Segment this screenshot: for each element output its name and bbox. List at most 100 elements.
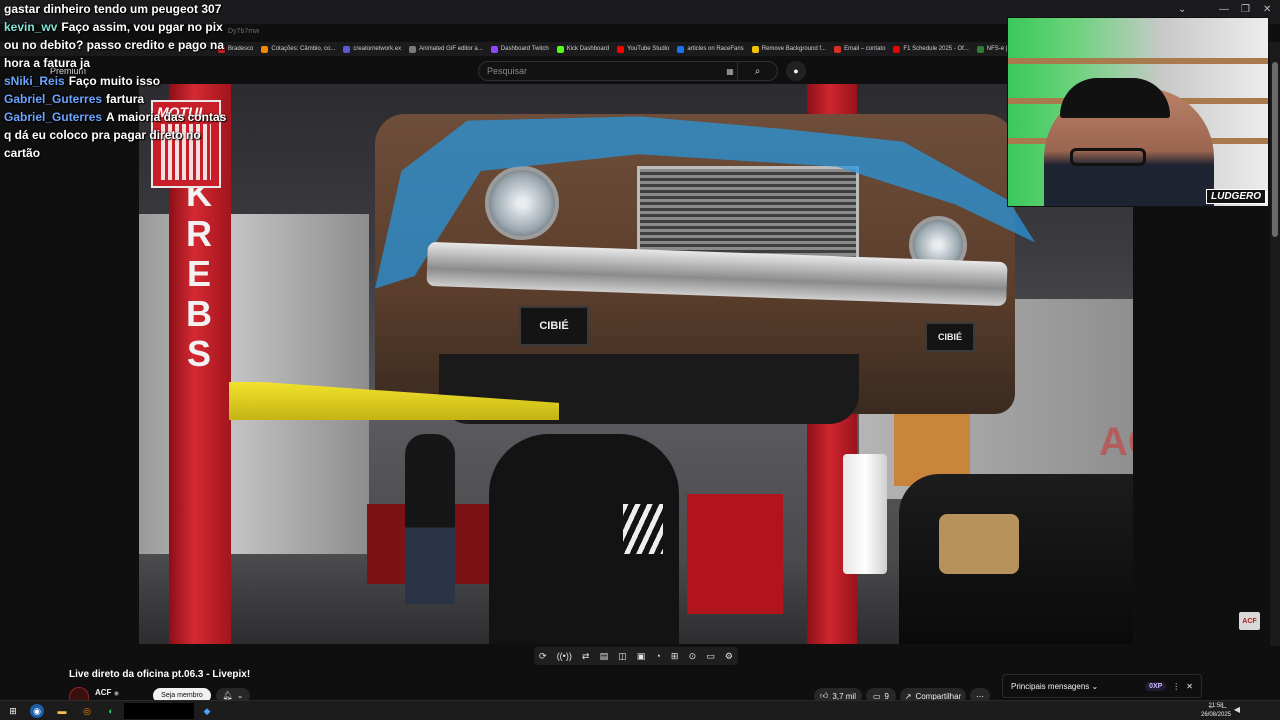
bookmark-item[interactable]: Cotações: Câmbio, co... bbox=[261, 45, 336, 53]
clock[interactable]: 21:58 26/08/2025 bbox=[1196, 702, 1236, 720]
theater-icon[interactable]: ▣ bbox=[637, 651, 646, 662]
bookmark-item[interactable]: Email – contato bbox=[834, 45, 886, 53]
chat-text: fartura bbox=[106, 92, 145, 106]
search-input[interactable]: Pesquisar bbox=[479, 66, 723, 76]
chevron-down-icon[interactable]: ⌄ bbox=[1178, 4, 1186, 15]
chat-username: kevin_wv bbox=[4, 20, 58, 34]
lift-brand-letter: R bbox=[186, 213, 212, 254]
miniplayer-icon[interactable]: ◫ bbox=[618, 651, 627, 662]
fog-lamp-left: CIBIÉ bbox=[519, 306, 589, 346]
bookmark-label: Animated GIF editor a... bbox=[419, 46, 483, 52]
search-box[interactable]: Pesquisar ▦ ⌕ bbox=[478, 61, 778, 81]
chat-text: gastar dinheiro tendo um peugeot 307 bbox=[4, 2, 222, 16]
cap bbox=[1060, 78, 1170, 118]
bookmark-label: Cotações: Câmbio, co... bbox=[271, 46, 336, 52]
bookmark-label: Kick Dashboard bbox=[566, 46, 610, 52]
refresh-icon[interactable]: ⟳ bbox=[539, 651, 547, 662]
favicon-icon bbox=[261, 45, 269, 53]
vscode-icon[interactable]: ◆ bbox=[200, 704, 214, 718]
headlight-left bbox=[485, 166, 559, 240]
bookmark-item[interactable]: Remove Background f... bbox=[751, 45, 827, 53]
glasses bbox=[1070, 148, 1146, 166]
player-controls: ⟳ ((•)) ⇄ ▤ ◫ ▣ ◔ ⊞ ⊙ ▭ ⚙ bbox=[534, 647, 738, 665]
chat-message: Gabriel_Guterres fartura bbox=[0, 90, 240, 108]
favicon-icon bbox=[834, 45, 842, 53]
chat-text: Faço muito isso bbox=[68, 74, 161, 88]
bookmark-label: creatornetwork.ex bbox=[353, 46, 402, 52]
bookmark-label: Dashboard Twitch bbox=[500, 46, 549, 52]
chevron-down-icon: ⌄ bbox=[1091, 681, 1099, 691]
wall-logo: ACF bbox=[1099, 420, 1133, 464]
close-chat-icon[interactable]: ✕ bbox=[1186, 682, 1193, 691]
chevron-down-icon: ⌄ bbox=[236, 691, 244, 700]
speed-icon[interactable]: ◔ bbox=[655, 651, 660, 661]
chat-mode-dropdown[interactable]: Principais mensagens ⌄ bbox=[1011, 682, 1139, 691]
video-player[interactable]: KREBS MOTUL ACF CIBIÉ CIBIÉ bbox=[139, 84, 1133, 644]
clock-date: 26/08/2025 bbox=[1200, 712, 1232, 718]
bookmark-item[interactable]: articles on RaceFans bbox=[677, 45, 744, 53]
live-icon[interactable]: ((•)) bbox=[557, 651, 572, 661]
swap-icon[interactable]: ⇄ bbox=[582, 651, 590, 662]
fog-lamp-right: CIBIÉ bbox=[925, 322, 975, 352]
captions-icon[interactable]: ▭ bbox=[706, 651, 715, 662]
bell-icon: 🔔︎ bbox=[222, 691, 233, 700]
lift-brand-text: KREBS bbox=[179, 174, 219, 374]
chapters-icon[interactable]: ▤ bbox=[600, 651, 609, 662]
bookmark-label: Email – contato bbox=[844, 46, 886, 52]
car-seat bbox=[939, 514, 1019, 574]
bookmark-label: articles on RaceFans bbox=[687, 46, 744, 52]
chat-message: gastar dinheiro tendo um peugeot 307 bbox=[0, 0, 240, 18]
whatsapp-icon[interactable]: ◐ bbox=[104, 704, 118, 718]
channel-name-text[interactable]: ACF bbox=[95, 688, 111, 697]
grid-icon[interactable]: ⊞ bbox=[671, 651, 679, 662]
bookmark-item[interactable]: Animated GIF editor a... bbox=[409, 45, 483, 53]
chat-username: Gabriel_Guterres bbox=[4, 92, 103, 106]
bookmark-label: Remove Background f... bbox=[761, 46, 827, 52]
chat-username: Gabriel_Guterres bbox=[4, 110, 103, 124]
browser-icon[interactable]: ◉ bbox=[30, 704, 44, 718]
favicon-icon bbox=[751, 45, 759, 53]
favicon-icon bbox=[409, 45, 417, 53]
jacket-stripes bbox=[623, 504, 663, 554]
redacted-area bbox=[124, 703, 194, 719]
favicon-icon bbox=[343, 45, 351, 53]
firefox-icon[interactable]: ◎ bbox=[80, 704, 94, 718]
verified-icon: ◉ bbox=[113, 691, 119, 697]
settings-icon[interactable]: ⚙ bbox=[725, 651, 733, 662]
search-icon[interactable]: ⌕ bbox=[737, 62, 777, 80]
bookmark-item[interactable]: creatornetwork.ex bbox=[343, 45, 402, 53]
keyboard-icon[interactable]: ▦ bbox=[723, 67, 737, 76]
screenshot-icon[interactable]: ⊙ bbox=[689, 651, 697, 662]
chat-username: sNiki_Reis bbox=[4, 74, 65, 88]
scrollbar-thumb[interactable] bbox=[1272, 62, 1278, 237]
favicon-icon bbox=[490, 45, 498, 53]
taskbar: ⊞ ◉ ▬ ◎ ◐ ◆ ⌃ ⌔ ◀ 21:58 26/08/2025 bbox=[0, 700, 1280, 720]
lift-brand-letter: B bbox=[186, 293, 212, 334]
close-icon[interactable]: ✕ bbox=[1263, 4, 1271, 15]
favicon-icon bbox=[976, 45, 984, 53]
microphone-icon[interactable]: ● bbox=[786, 61, 806, 81]
bookmark-item[interactable]: F1 Schedule 2025 - Of... bbox=[893, 45, 969, 53]
chat-message: kevin_wv Faço assim, vou pgar no pix ou n… bbox=[0, 18, 240, 72]
maximize-icon[interactable]: ❐ bbox=[1241, 4, 1250, 15]
channel-name[interactable]: ACF ◉ bbox=[95, 688, 119, 697]
bookmark-item[interactable]: Kick Dashboard bbox=[556, 45, 610, 53]
bookmark-item[interactable]: YouTube Studio bbox=[617, 45, 669, 53]
tool-cart bbox=[687, 494, 783, 614]
channel-watermark[interactable]: ACF bbox=[1239, 612, 1260, 630]
webcam-overlay: LUDGERO bbox=[1007, 17, 1269, 207]
windows-start-icon[interactable]: ⊞ bbox=[6, 704, 20, 718]
xp-badge[interactable]: 0XP bbox=[1145, 681, 1167, 691]
bookmark-item[interactable]: Dashboard Twitch bbox=[490, 45, 549, 53]
bookmark-label: F1 Schedule 2025 - Of... bbox=[903, 46, 969, 52]
file-explorer-icon[interactable]: ▬ bbox=[55, 704, 69, 718]
video-title: Live direto da oficina pt.06.3 - Livepix… bbox=[69, 669, 251, 680]
chat-message: Gabriel_Guterres A maioria das contas q d… bbox=[0, 108, 240, 162]
chat-mode-label: Principais mensagens bbox=[1011, 681, 1090, 691]
minimize-icon[interactable]: — bbox=[1219, 4, 1229, 15]
hydraulic-tank bbox=[843, 454, 887, 574]
shelf bbox=[1008, 58, 1268, 64]
favicon-icon bbox=[556, 45, 564, 53]
more-options-icon[interactable]: ⋮ bbox=[1172, 682, 1180, 691]
favicon-icon bbox=[677, 45, 685, 53]
